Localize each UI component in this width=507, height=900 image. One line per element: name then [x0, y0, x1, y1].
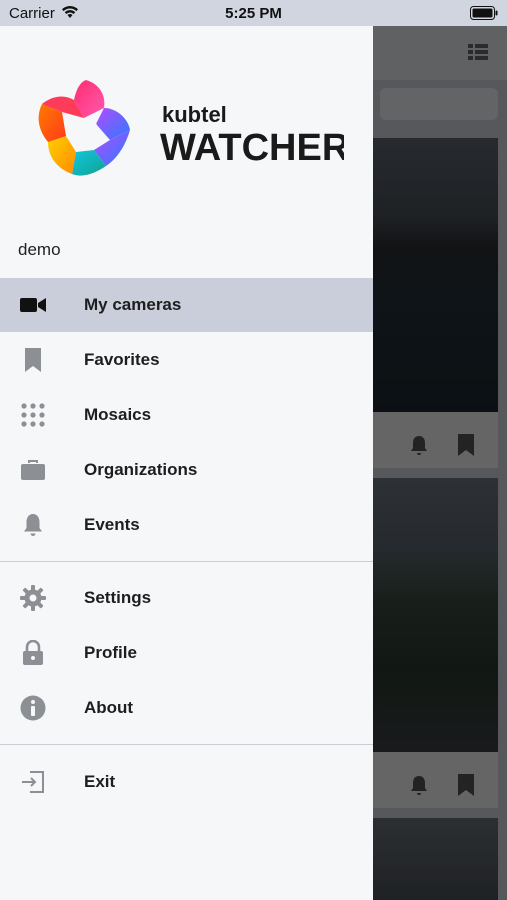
kubtel-watcher-logo: kubtel WATCHER — [34, 78, 349, 188]
menu-item-label: Mosaics — [84, 405, 152, 424]
grid-dots-icon — [18, 400, 48, 430]
menu-item-label: About — [84, 698, 134, 717]
navigation-drawer: kubtel WATCHER demo My cameras Favorites… — [0, 26, 373, 900]
menu-divider — [0, 744, 373, 745]
battery-icon — [470, 6, 498, 24]
logo-brand-large: WATCHER — [160, 127, 344, 169]
menu-item-events[interactable]: Events — [0, 498, 373, 552]
menu-item-profile[interactable]: Profile — [0, 626, 373, 680]
username-label: demo — [18, 240, 61, 259]
menu-item-favorites[interactable]: Favorites — [0, 333, 373, 387]
info-icon — [18, 693, 48, 723]
logo-brand-small: kubtel — [162, 102, 227, 127]
menu-item-my-cameras[interactable]: My cameras — [0, 278, 373, 332]
status-bar: Carrier 5:25 PM — [0, 0, 507, 26]
menu-item-label: Organizations — [84, 460, 198, 479]
menu-item-exit[interactable]: Exit — [0, 755, 373, 809]
menu-divider — [0, 561, 373, 562]
menu-item-label: Events — [84, 515, 140, 534]
video-camera-icon — [18, 290, 48, 320]
bookmark-icon — [18, 345, 48, 375]
clock: 5:25 PM — [225, 5, 282, 22]
menu-item-label: Profile — [84, 643, 137, 662]
menu-item-settings[interactable]: Settings — [0, 571, 373, 625]
menu-item-organizations[interactable]: Organizations — [0, 443, 373, 497]
menu-item-label: Settings — [84, 588, 152, 607]
menu-item-label: Exit — [84, 772, 116, 791]
lock-icon — [18, 638, 48, 668]
gear-icon — [18, 583, 48, 613]
menu-item-label: My cameras — [84, 295, 182, 314]
menu-item-mosaics[interactable]: Mosaics — [0, 388, 373, 442]
briefcase-icon — [18, 455, 48, 485]
menu-item-label: Favorites — [84, 350, 160, 369]
menu-item-about[interactable]: About — [0, 681, 373, 735]
bell-icon — [18, 510, 48, 540]
exit-icon — [18, 767, 48, 797]
